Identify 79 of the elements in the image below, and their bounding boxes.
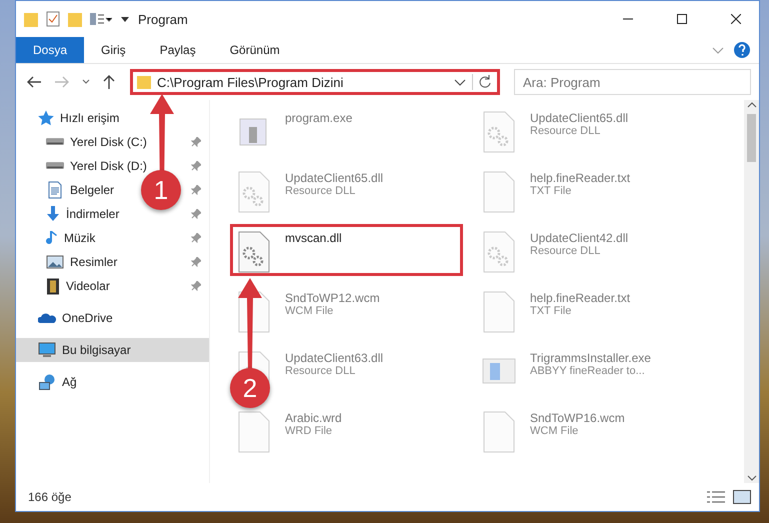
ribbon-tab[interactable]: Paylaş: [142, 37, 213, 63]
file-icon: [237, 411, 271, 453]
back-arrow-icon: [26, 75, 42, 89]
ribbon-tab[interactable]: Giriş: [84, 37, 143, 63]
file-name[interactable]: mvscan.dll: [285, 231, 342, 245]
cloud-icon: [38, 312, 56, 324]
scrollbar-thumb[interactable]: [747, 114, 756, 162]
sidebar-item[interactable]: Belgeler: [70, 183, 114, 197]
file-icon: [482, 411, 516, 453]
ribbon-tab[interactable]: Görünüm: [212, 37, 297, 63]
view-options-icon[interactable]: [90, 11, 112, 27]
file-type: WRD File: [285, 425, 334, 437]
file-type: WCM File: [285, 305, 334, 317]
properties-icon[interactable]: [46, 11, 60, 27]
up-arrow-icon: [102, 74, 116, 90]
file-name[interactable]: UpdateClient65.dll: [530, 111, 628, 125]
sidebar-item[interactable]: OneDrive: [62, 311, 113, 325]
music-note-icon: [46, 230, 58, 246]
document-icon: [46, 181, 64, 199]
close-icon: [731, 14, 741, 24]
sidebar-item[interactable]: Ağ: [62, 375, 77, 389]
sidebar-item[interactable]: Resimler: [70, 255, 118, 269]
monitor-icon: [38, 342, 56, 358]
file-name[interactable]: program.exe: [285, 111, 352, 125]
window-title: Program: [138, 12, 189, 26]
gear-file-icon: [237, 171, 271, 213]
item-count: 166 öğe: [28, 490, 72, 504]
file-name[interactable]: SndToWP16.wcm: [530, 411, 625, 425]
gear-file-icon: [482, 111, 516, 153]
sidebar-item[interactable]: Bu bilgisayar: [16, 338, 209, 362]
download-arrow-icon: [46, 206, 60, 222]
sidebar-item[interactable]: Müzik: [64, 231, 96, 245]
scrollbar[interactable]: [744, 100, 759, 483]
search-field[interactable]: Ara: Program: [514, 69, 751, 95]
large-icons-view-icon[interactable]: [733, 490, 751, 504]
file-name[interactable]: Arabic.wrd: [285, 411, 342, 425]
sidebar-item[interactable]: Yerel Disk (C:): [70, 135, 147, 149]
file-item[interactable]: mvscan.dll: [230, 224, 463, 276]
forward-arrow-icon: [54, 75, 70, 89]
gear-file-icon: [237, 231, 271, 273]
scroll-up-icon[interactable]: [746, 100, 756, 110]
sidebar-item[interactable]: Hızlı erişim: [60, 111, 120, 125]
picture-icon: [46, 255, 64, 269]
file-name[interactable]: UpdateClient42.dll: [530, 231, 628, 245]
dropdown-icon[interactable]: [120, 14, 130, 24]
ribbon-tab[interactable]: Dosya: [16, 37, 84, 63]
sidebar-item[interactable]: Yerel Disk (D:): [70, 159, 147, 173]
network-icon: [38, 374, 56, 390]
file-type: TXT File: [530, 185, 572, 197]
folder-icon: [137, 75, 151, 89]
file-type: ABBYY fineReader to...: [530, 365, 646, 377]
file-name[interactable]: help.fineReader.txt: [530, 291, 630, 305]
folder-icon: [24, 11, 38, 27]
refresh-icon[interactable]: [472, 74, 493, 90]
film-icon: [46, 278, 60, 294]
sidebar-item[interactable]: İndirmeler: [66, 207, 120, 221]
file-type: Resource DLL: [530, 125, 602, 137]
file-icon: [482, 171, 516, 213]
file-type: Resource DLL: [285, 185, 356, 197]
file-type: TXT File: [530, 305, 572, 317]
details-view-icon[interactable]: [707, 490, 725, 504]
maximize-icon: [677, 14, 687, 24]
file-name[interactable]: UpdateClient63.dll: [285, 351, 384, 365]
file-name[interactable]: TrigrammsInstaller.exe: [530, 351, 651, 365]
drive-icon: [46, 162, 64, 170]
file-type: WCM File: [530, 425, 580, 437]
scroll-down-icon[interactable]: [746, 473, 756, 483]
address-bar[interactable]: C:\Program Files\Program Dizini: [130, 69, 500, 95]
file-name[interactable]: SndToWP12.wcm: [285, 291, 380, 305]
chevron-down-icon: [82, 79, 90, 85]
file-name[interactable]: UpdateClient65.dll: [285, 171, 384, 185]
sidebar-item[interactable]: Videolar: [66, 279, 110, 293]
file-type: Resource DLL: [530, 245, 602, 257]
file-name[interactable]: help.fineReader.txt: [530, 171, 630, 185]
file-icon: [482, 291, 516, 333]
drive-icon: [46, 138, 64, 146]
file-type: Resource DLL: [285, 365, 356, 377]
star-icon: [38, 110, 54, 126]
gear-file-icon: [482, 231, 516, 273]
